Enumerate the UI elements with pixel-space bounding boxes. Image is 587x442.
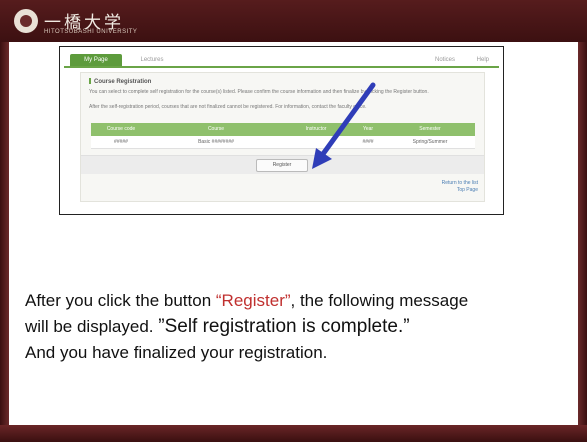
right-border: [578, 42, 587, 425]
slide: 一橋大学 HITOTSUBASHI UNIVERSITY My Page Lec…: [0, 0, 587, 442]
register-highlight: “Register”: [215, 291, 291, 310]
instruction-message: After you click the button “Register”, t…: [25, 288, 580, 366]
completion-quote: ”Self registration is complete.”: [158, 316, 410, 337]
university-logo-icon: [14, 9, 38, 33]
footer-bar: [0, 425, 587, 442]
message-line-3: And you have finalized your registration…: [25, 343, 328, 362]
embedded-screenshot: My Page Lectures Notices Help Course Reg…: [59, 46, 504, 215]
university-subtitle: HITOTSUBASHI UNIVERSITY: [44, 29, 138, 35]
message-line-2: will be displayed. ”Self registration is…: [25, 316, 410, 337]
header-bar: 一橋大学 HITOTSUBASHI UNIVERSITY: [0, 0, 587, 42]
message-line-1: After you click the button “Register”, t…: [25, 291, 469, 310]
left-border: [0, 42, 9, 425]
pointer-arrow-icon: [312, 82, 376, 169]
